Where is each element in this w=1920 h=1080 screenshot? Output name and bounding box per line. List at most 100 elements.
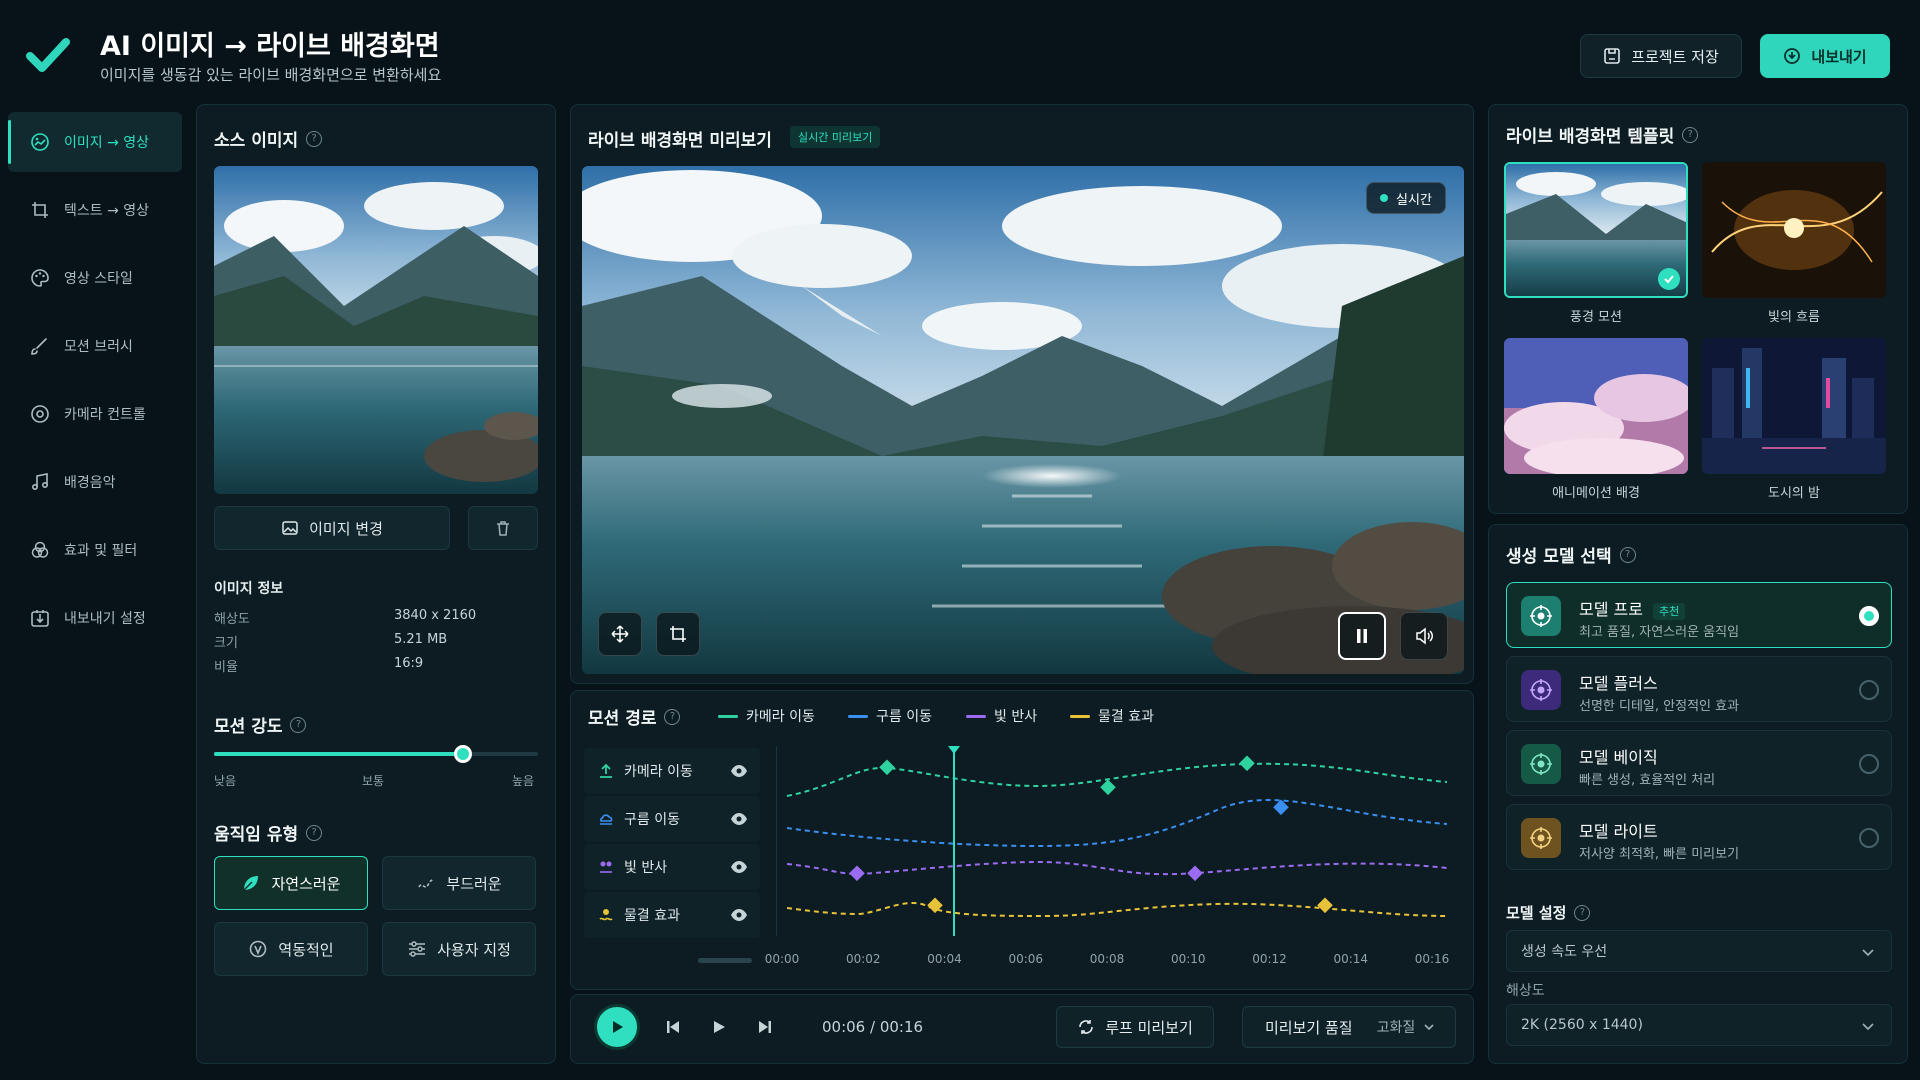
export-label: 내보내기 — [1811, 47, 1867, 66]
movement-dynamic-button[interactable]: 역동적인 — [214, 922, 368, 976]
help-icon[interactable]: ? — [1619, 546, 1636, 563]
export-icon — [1784, 48, 1801, 64]
track-cloud[interactable]: 구름 이동 — [584, 796, 760, 842]
change-image-button[interactable]: 이미지 변경 — [214, 506, 450, 550]
palette-icon — [31, 269, 49, 287]
model-plus-card[interactable]: 모델 플러스 선명한 디테일, 안정적인 효과 — [1506, 656, 1892, 722]
camera-target-icon — [31, 405, 49, 423]
model-pro-icon — [1521, 596, 1561, 636]
play-small-icon — [714, 1021, 725, 1033]
legend-swatch — [966, 714, 986, 718]
template-light-flow[interactable] — [1702, 162, 1886, 298]
sidebar-item-text-to-video[interactable]: 텍스트 → 영상 — [8, 180, 182, 240]
model-lite-radio[interactable] — [1859, 828, 1879, 848]
trash-icon — [497, 521, 509, 536]
step-play-button[interactable] — [706, 1014, 732, 1040]
template-animation-bg[interactable] — [1504, 338, 1688, 474]
sidebar-item-motion-brush[interactable]: 모션 브러시 — [8, 316, 182, 376]
time-tick-label: 00:08 — [1089, 952, 1125, 966]
model-plus-radio[interactable] — [1859, 680, 1879, 700]
movement-smooth-button[interactable]: 부드러운 — [382, 856, 536, 910]
legend-water: 물결 효과 — [1070, 706, 1154, 726]
info-value-resolution: 3840 x 2160 — [394, 608, 477, 623]
model-basic-radio[interactable] — [1859, 754, 1879, 774]
soft-wave-icon — [418, 878, 435, 888]
model-lite-name: 모델 라이트 — [1579, 822, 1658, 841]
camera-move-icon — [600, 763, 612, 778]
realtime-preview-badge: 실시간 미리보기 — [790, 126, 881, 148]
play-button[interactable] — [594, 1004, 640, 1050]
pause-icon — [1357, 629, 1367, 643]
preview-quality-label: 미리보기 품질 — [1265, 1018, 1353, 1037]
help-icon[interactable]: ? — [306, 130, 323, 147]
eye-icon[interactable] — [730, 858, 748, 876]
track-scrollbar[interactable] — [698, 958, 752, 963]
help-icon[interactable]: ? — [1574, 904, 1591, 921]
track-camera[interactable]: 카메라 이동 — [584, 748, 760, 794]
move-tool-button[interactable] — [598, 612, 642, 656]
skip-forward-button[interactable] — [752, 1014, 778, 1040]
crop-tool-button[interactable] — [656, 612, 700, 656]
save-project-button[interactable]: 프로젝트 저장 — [1580, 34, 1742, 78]
preview-quality-value: 고화질 — [1376, 1020, 1416, 1036]
movement-custom-button[interactable]: 사용자 지정 — [382, 922, 536, 976]
help-icon[interactable]: ? — [290, 716, 307, 733]
template-landscape-motion[interactable] — [1504, 162, 1688, 298]
light-keyframe — [849, 865, 865, 882]
eye-icon[interactable] — [730, 762, 748, 780]
loop-preview-button[interactable]: 루프 미리보기 — [1056, 1006, 1214, 1048]
delete-image-button[interactable] — [468, 506, 538, 550]
movement-natural-button[interactable]: 자연스러운 — [214, 856, 368, 910]
generation-speed-select[interactable]: 생성 속도 우선 — [1506, 930, 1892, 972]
crop-icon — [670, 626, 686, 642]
motion-path-title: 모션 경로? — [588, 704, 681, 729]
sidebar-item-image-to-video[interactable]: 이미지 → 영상 — [8, 112, 182, 172]
model-pro-radio[interactable] — [1859, 606, 1879, 626]
time-tick-label: 00:16 — [1414, 952, 1450, 966]
sidebar-item-label: 영상 스타일 — [64, 271, 133, 287]
water-keyframe — [1317, 897, 1333, 914]
motion-curve-graph[interactable] — [776, 746, 1458, 936]
water-curve — [786, 901, 1448, 918]
sidebar-item-music[interactable]: 배경음악 — [8, 452, 182, 512]
track-label: 구름 이동 — [624, 812, 680, 828]
track-light[interactable]: 빛 반사 — [584, 844, 760, 890]
skip-back-button[interactable] — [660, 1014, 686, 1040]
model-plus-icon — [1521, 670, 1561, 710]
motion-strength-slider[interactable] — [214, 745, 538, 763]
sidebar-item-camera-control[interactable]: 카메라 컨트롤 — [8, 384, 182, 444]
resolution-select[interactable]: 2K (2560 x 1440) — [1506, 1004, 1892, 1046]
sidebar-item-video-style[interactable]: 영상 스타일 — [8, 248, 182, 308]
help-icon[interactable]: ? — [1682, 126, 1699, 143]
volume-button[interactable] — [1400, 612, 1448, 660]
help-icon[interactable]: ? — [306, 824, 323, 841]
eye-icon[interactable] — [730, 810, 748, 828]
info-value-size: 5.21 MB — [394, 632, 448, 647]
preview-quality-select[interactable]: 미리보기 품질 고화질 — [1242, 1006, 1456, 1048]
chevron-down-icon — [1862, 949, 1874, 957]
pause-preview-button[interactable] — [1338, 612, 1386, 660]
light-keyframe — [1187, 865, 1203, 882]
eye-icon[interactable] — [730, 906, 748, 924]
slider-label-low: 낮음 — [214, 774, 237, 788]
model-pro-card[interactable]: 모델 프로 추천 최고 품질, 자연스러운 움직임 — [1506, 582, 1892, 648]
resolution-value: 2K (2560 x 1440) — [1521, 1017, 1643, 1033]
track-label: 카메라 이동 — [624, 764, 693, 780]
help-icon[interactable]: ? — [664, 708, 681, 725]
time-tick-label: 00:04 — [927, 952, 962, 966]
skip-forward-icon — [759, 1021, 771, 1033]
sidebar-item-label: 배경음악 — [64, 475, 116, 491]
model-lite-card[interactable]: 모델 라이트 저사양 최적화, 빠른 미리보기 — [1506, 804, 1892, 870]
slider-label-mid: 보통 — [362, 774, 385, 788]
sidebar-item-effects[interactable]: 효과 및 필터 — [8, 520, 182, 580]
track-water[interactable]: 물결 효과 — [584, 892, 760, 938]
live-preview-canvas[interactable] — [582, 166, 1464, 674]
info-value-ratio: 16:9 — [394, 656, 424, 671]
sidebar-item-export-settings[interactable]: 내보내기 설정 — [8, 588, 182, 648]
legend-swatch — [718, 714, 738, 718]
model-basic-card[interactable]: 모델 베이직 빠른 생성, 효율적인 처리 — [1506, 730, 1892, 796]
loop-preview-label: 루프 미리보기 — [1105, 1018, 1193, 1037]
export-button[interactable]: 내보내기 — [1760, 34, 1890, 78]
template-city-night[interactable] — [1702, 338, 1886, 474]
skip-back-icon — [667, 1021, 679, 1033]
